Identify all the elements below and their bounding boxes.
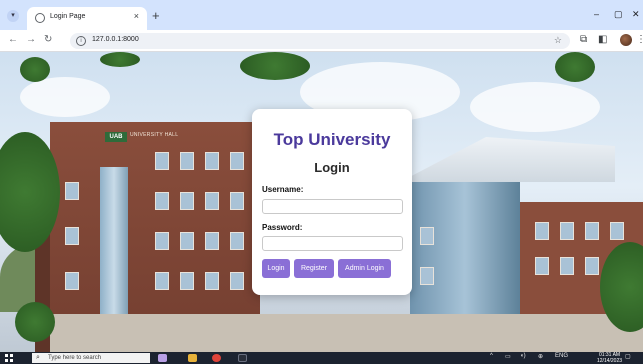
center-roof [400, 137, 615, 182]
window [155, 272, 169, 290]
window [180, 272, 194, 290]
app-icon[interactable] [158, 354, 167, 362]
window [230, 272, 244, 290]
file-explorer-icon[interactable] [188, 354, 197, 362]
url-text[interactable]: 127.0.0.1:8000 [92, 36, 139, 43]
cloud [470, 82, 600, 132]
window [230, 192, 244, 210]
username-input[interactable] [262, 199, 403, 214]
building-sign: UNIVERSITY HALL [130, 132, 179, 138]
window [535, 222, 549, 240]
window [205, 192, 219, 210]
chrome-icon[interactable] [212, 354, 221, 362]
window [180, 152, 194, 170]
back-button[interactable]: ← [8, 34, 18, 45]
window [205, 272, 219, 290]
brand-title: Top University [273, 130, 391, 149]
window [65, 272, 79, 290]
extensions-icon[interactable]: ⧉ [580, 34, 587, 45]
window [420, 267, 434, 285]
password-label: Password: [262, 223, 303, 232]
tab-strip: ▾ Login Page × + – ▢ ✕ [0, 0, 643, 30]
tree-branch-leaves [555, 52, 595, 82]
tab-login-page[interactable]: Login Page × [27, 7, 147, 30]
tray-chevron-icon[interactable]: ^ [490, 353, 493, 359]
window [205, 152, 219, 170]
window [230, 232, 244, 250]
tab-search-icon[interactable]: ▾ [7, 10, 19, 22]
menu-icon[interactable]: ⋮ [636, 34, 643, 45]
search-icon: ⌕ [36, 354, 40, 361]
window [65, 227, 79, 245]
window [585, 257, 599, 275]
minimize-button[interactable]: – [594, 9, 599, 19]
center-glass-atrium [410, 182, 520, 322]
taskbar-search-box[interactable]: Type here to search [32, 353, 150, 363]
window [155, 152, 169, 170]
window [180, 192, 194, 210]
terminal-icon[interactable] [238, 354, 247, 362]
site-info-icon[interactable]: i [76, 36, 86, 46]
window [230, 152, 244, 170]
tab-title: Login Page [50, 13, 86, 20]
browser-toolbar: ← → ↻ i 127.0.0.1:8000 ☆ ⧉ ◧ ⋮ [0, 30, 643, 52]
cloud [20, 77, 110, 117]
window [560, 257, 574, 275]
taskbar: Type here to search ⌕ ^ ▭ ◖) ⊕ ENG 01:31… [0, 352, 643, 364]
clock-date: 12/14/2023 [597, 358, 623, 364]
window [65, 182, 79, 200]
window [560, 222, 574, 240]
network-icon[interactable]: ▭ [505, 353, 511, 360]
address-bar[interactable]: i 127.0.0.1:8000 ☆ [70, 33, 570, 49]
window [585, 222, 599, 240]
admin-login-button[interactable]: Admin Login [338, 259, 391, 278]
tree-branch-leaves [240, 52, 310, 80]
language-indicator[interactable]: ENG [555, 353, 568, 359]
close-window-button[interactable]: ✕ [632, 9, 640, 20]
tab-close-icon[interactable]: × [134, 11, 139, 21]
login-card: Top University Login Username: Password:… [252, 109, 412, 295]
settings-icon[interactable]: ⊕ [538, 353, 543, 360]
reload-button[interactable]: ↻ [44, 34, 52, 45]
windows-start-icon[interactable] [5, 354, 13, 362]
tree-branch-leaves [20, 57, 50, 82]
forward-button[interactable]: → [26, 34, 36, 45]
password-input[interactable] [262, 236, 403, 251]
profile-icon[interactable] [620, 34, 632, 46]
new-tab-button[interactable]: + [152, 8, 160, 23]
window [180, 232, 194, 250]
window [610, 222, 624, 240]
clock[interactable]: 01:31 AM 12/14/2023 [597, 352, 622, 364]
window [155, 192, 169, 210]
building-base [50, 314, 643, 352]
sidebar-icon[interactable]: ◧ [598, 34, 607, 45]
globe-icon [35, 13, 45, 23]
window [420, 227, 434, 245]
username-label: Username: [262, 185, 304, 194]
volume-icon[interactable]: ◖) [520, 353, 526, 359]
window [155, 232, 169, 250]
login-heading: Login [314, 160, 350, 175]
tree [15, 302, 55, 342]
maximize-button[interactable]: ▢ [614, 9, 623, 20]
notifications-icon[interactable]: ▢ [625, 353, 631, 360]
star-icon[interactable]: ☆ [554, 35, 562, 46]
register-button[interactable]: Register [294, 259, 334, 278]
window [535, 257, 549, 275]
building-logo: UAB [105, 132, 127, 142]
login-button[interactable]: Login [262, 259, 290, 278]
window [205, 232, 219, 250]
tree-branch-leaves [100, 52, 140, 67]
